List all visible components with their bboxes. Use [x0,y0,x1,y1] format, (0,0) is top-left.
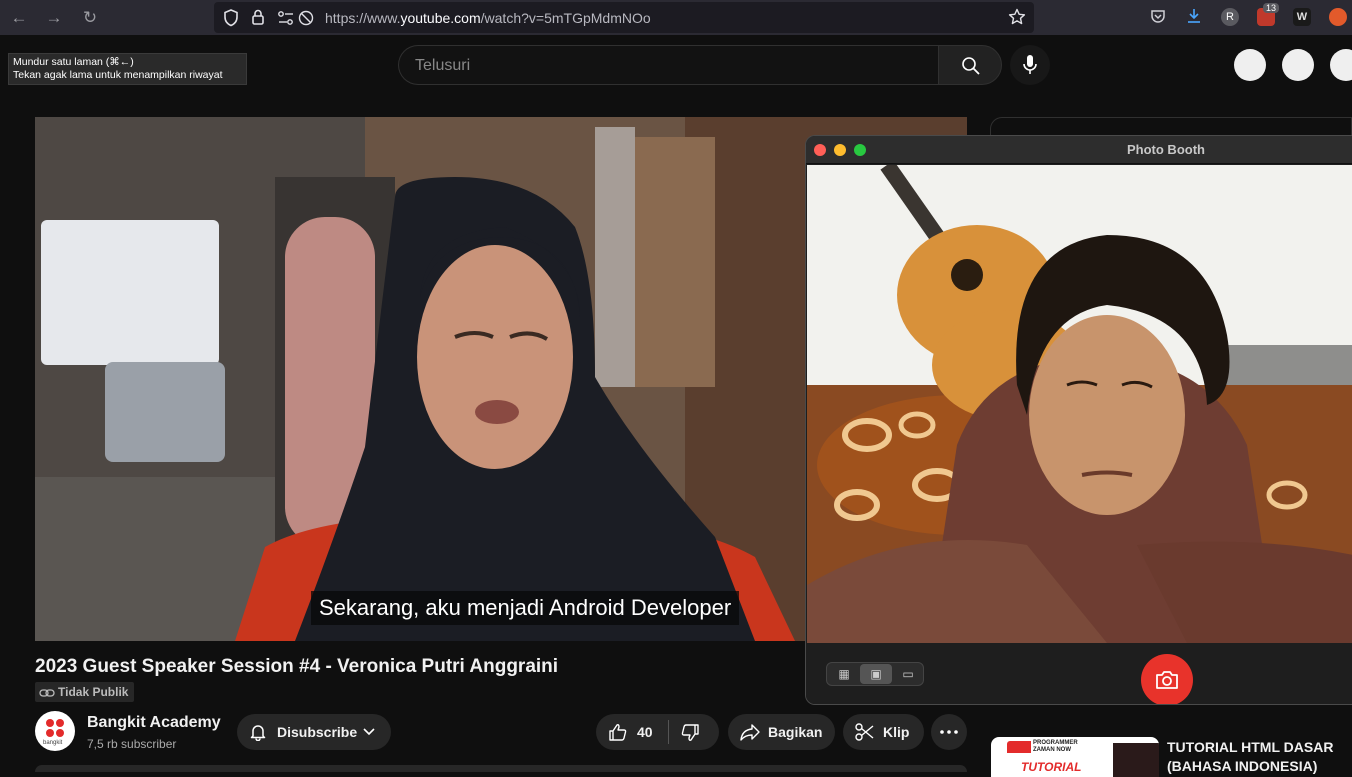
tooltip-line-2: Tekan agak lama untuk menampilkan riwaya… [13,69,223,81]
share-button[interactable]: Bagikan [728,714,835,750]
pocket-icon[interactable] [1150,8,1166,24]
extension-w-label: W [1296,11,1308,23]
more-dots-icon [940,730,958,734]
create-button[interactable] [1234,49,1266,81]
like-divider [668,720,669,744]
video-caption: Sekarang, aku menjadi Android Developer [311,591,740,625]
permissions-icon[interactable] [277,10,295,26]
privacy-badge: Tidak Publik [35,682,135,702]
notifications-button[interactable] [1282,49,1314,81]
search-button[interactable] [938,45,1002,85]
reco-thumbnail[interactable]: PROGRAMMER ZAMAN NOW TUTORIAL [991,737,1159,777]
url-path: /watch?v=5mTGpMdmNOo [480,10,651,26]
privacy-label: Tidak Publik [58,685,129,699]
video-title: 2023 Guest Speaker Session #4 - Veronica… [35,656,559,677]
url-text[interactable]: https://www.youtube.com/watch?v=5mTGpMdm… [325,10,651,26]
subscriber-count: 7,5 rb subscriber [87,737,177,751]
like-dislike-group: 40 [596,714,719,750]
bangkit-logo-icon [46,719,64,737]
bell-icon [250,725,266,741]
camera-frame [807,165,1352,643]
share-arrow-icon [740,724,760,741]
lock-icon[interactable] [251,8,265,26]
shield-icon[interactable] [223,9,239,27]
reco-title[interactable]: TUTORIAL HTML DASAR (BAHASA INDONESIA) [1167,738,1352,776]
back-arrow-icon[interactable]: ← [8,7,30,29]
account-avatar[interactable] [1330,49,1352,81]
photo-booth-title: Photo Booth [1127,142,1205,157]
extension-r-label: R [1226,11,1234,23]
video-mode-icon[interactable]: ▭ [892,664,924,684]
photo-booth-titlebar[interactable]: Photo Booth [806,136,1352,164]
extension-w-icon[interactable]: W [1293,8,1311,26]
url-prefix: https://www. [325,10,401,26]
shutter-button[interactable] [1141,654,1193,704]
chevron-down-icon [363,728,375,736]
tooltip-line-1: Mundur satu laman (⌘←) [13,56,134,68]
four-up-mode-icon[interactable]: ▦ [828,664,860,684]
programmer-logo-icon [1007,741,1031,753]
thumbs-up-icon[interactable] [608,723,628,741]
clip-label: Klip [883,724,910,740]
download-icon[interactable] [1186,8,1202,24]
microphone-icon [1023,55,1037,74]
single-photo-mode-icon[interactable]: ▣ [860,664,892,684]
camera-icon [1156,671,1178,689]
channel-avatar[interactable]: bangkit [35,711,75,751]
extension-r-icon[interactable]: R [1221,8,1239,26]
url-domain: youtube.com [400,10,481,26]
tracking-off-icon[interactable] [298,10,314,26]
address-bar[interactable]: https://www.youtube.com/watch?v=5mTGpMdm… [214,2,1034,33]
subscribe-label: Disubscribe [277,724,358,740]
like-count[interactable]: 40 [637,714,653,750]
photo-booth-controls: ▦ ▣ ▭ [806,644,1352,704]
photo-booth-window: Photo Booth ▦ ▣ ▭ [805,135,1352,705]
firefox-account-icon[interactable] [1329,8,1347,26]
search-placeholder: Telusuri [415,57,471,74]
scissors-icon [855,723,874,741]
subscribe-button[interactable]: Disubscribe [237,714,391,750]
thumbs-down-icon[interactable] [680,724,700,742]
forward-arrow-icon[interactable]: → [43,7,65,29]
extension-badge: 13 [1263,3,1280,13]
reload-icon[interactable]: ↻ [79,7,101,29]
back-tooltip: Mundur satu laman (⌘←) Tekan agak lama u… [8,53,247,85]
reco-thumb-top: PROGRAMMER ZAMAN NOW [1033,740,1078,753]
voice-search-button[interactable] [1010,45,1050,85]
clip-button[interactable]: Klip [843,714,924,750]
description-box[interactable] [35,765,967,772]
channel-avatar-text: bangkit [43,740,63,746]
browser-toolbar: ← → ↻ https://www.youtube.com/watch?v=5m… [0,0,1352,35]
channel-name[interactable]: Bangkit Academy [87,714,221,732]
search-icon [962,57,980,75]
search-input[interactable]: Telusuri [398,45,938,85]
link-icon [39,689,55,697]
bookmark-star-icon[interactable] [1008,8,1026,26]
share-label: Bagikan [768,724,823,740]
camera-preview [807,165,1352,643]
more-actions-button[interactable] [931,714,967,750]
capture-mode-selector[interactable]: ▦ ▣ ▭ [826,662,924,686]
